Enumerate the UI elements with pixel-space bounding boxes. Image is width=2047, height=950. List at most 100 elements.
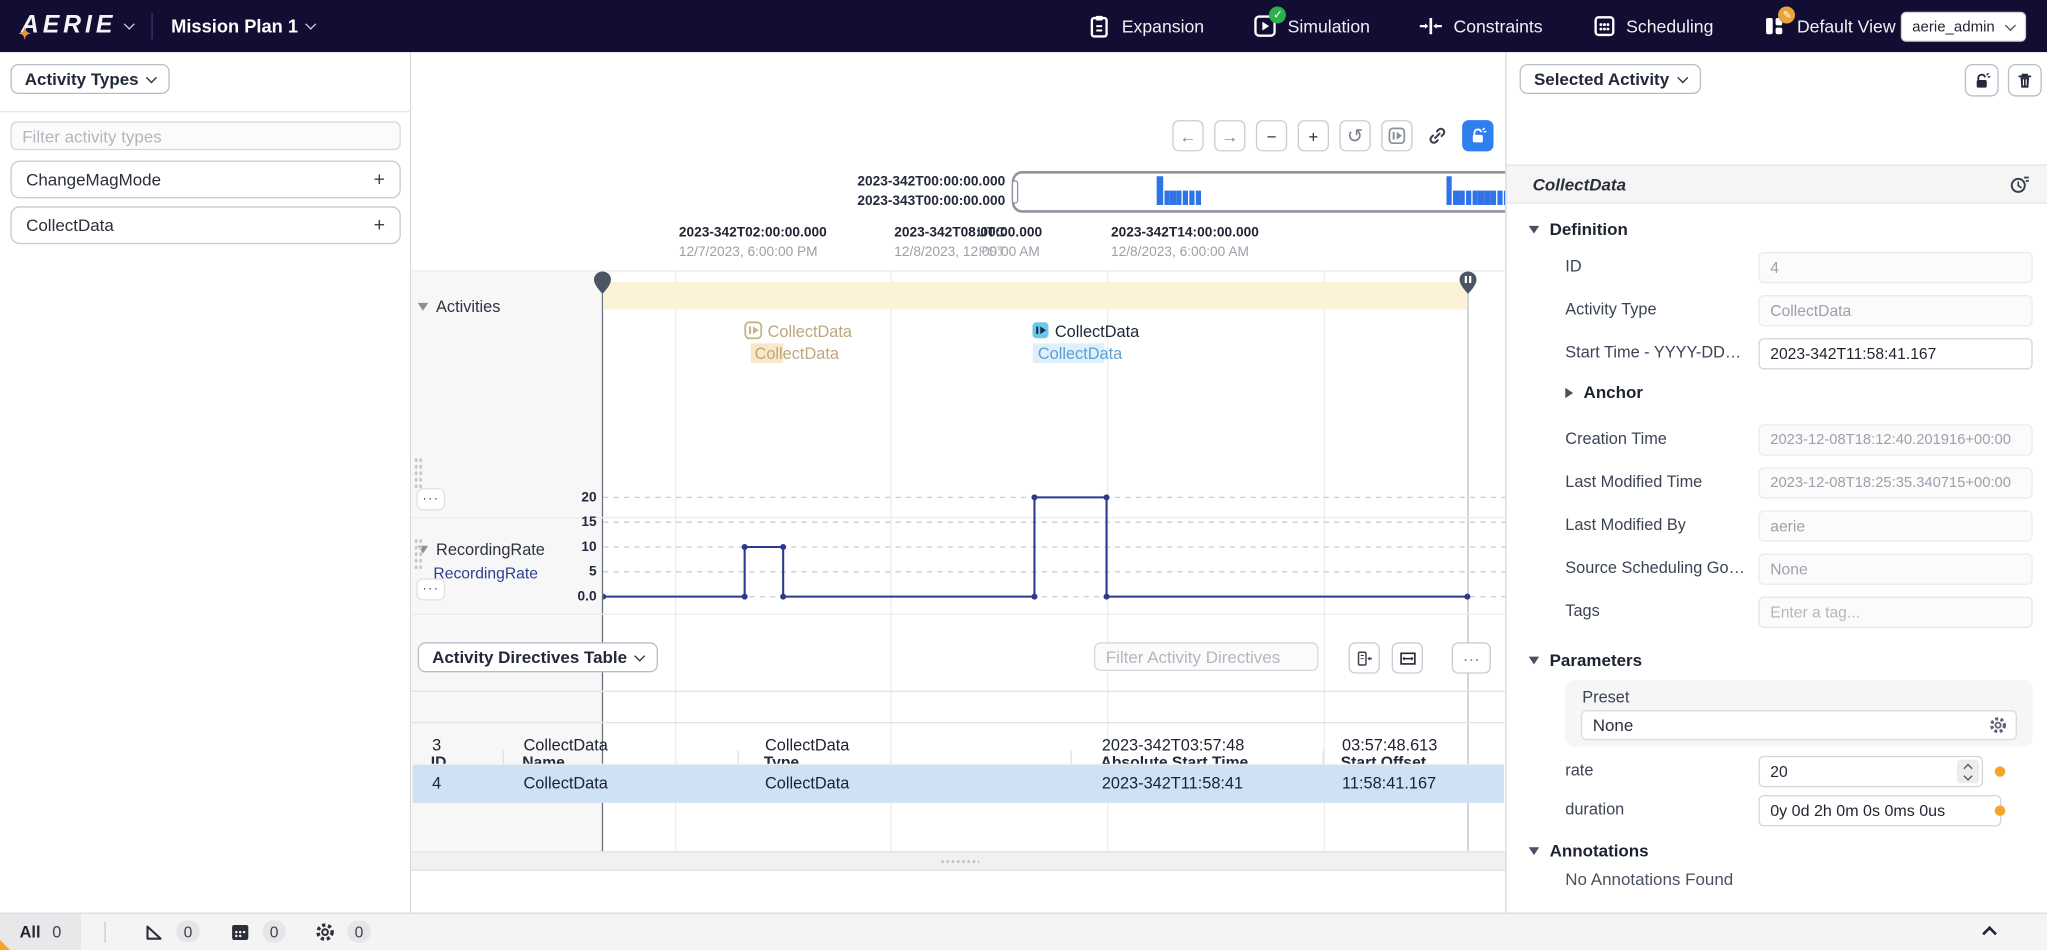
delete-activity-button[interactable] <box>2008 64 2042 97</box>
table-dock-button[interactable] <box>1349 642 1380 673</box>
preset-select[interactable]: None <box>1581 710 2017 740</box>
section-definition[interactable]: Definition <box>1529 219 1628 239</box>
status-simulation-counter[interactable]: 0 <box>315 920 371 942</box>
directive-icon-collectdata-3[interactable] <box>744 321 762 339</box>
activity-type-collectdata[interactable]: CollectData + <box>10 206 400 244</box>
plan-name[interactable]: Mission Plan 1 <box>171 16 298 37</box>
activities-row-header[interactable]: Activities <box>418 298 501 316</box>
field-input-start-time[interactable]: 2023-342T11:58:41.167 <box>1758 338 2032 369</box>
table-row-selected[interactable]: 4 CollectData CollectData 2023-342T11:58… <box>413 765 1504 803</box>
y-axis-tick-label: 20 <box>581 490 596 506</box>
timeline-unlock-button[interactable] <box>1462 120 1493 151</box>
minimap-bar <box>1485 191 1491 205</box>
timeline-zoom-out-button[interactable]: − <box>1256 120 1287 151</box>
minimap-bar <box>1446 176 1452 205</box>
filter-activity-types-input[interactable] <box>10 121 400 150</box>
nav-default-view[interactable]: ✎ Default View <box>1763 14 1896 37</box>
preset-gear-icon[interactable] <box>1988 715 2008 738</box>
collapse-icon[interactable] <box>418 303 428 311</box>
table-menu-button[interactable]: ··· <box>1452 642 1491 673</box>
plan-start-pin-icon[interactable] <box>594 272 611 294</box>
param-input-rate[interactable]: 20 <box>1758 756 1983 787</box>
scheduling-grid-icon <box>1592 14 1615 37</box>
collapse-icon[interactable] <box>1529 225 1539 233</box>
panel-selector-selected-activity[interactable]: Selected Activity <box>1520 64 1701 94</box>
activity-unlock-button[interactable] <box>1965 64 1999 97</box>
navbar-menu: Expansion ✓ Simulation Constraints Sc <box>1088 14 1896 37</box>
selected-activity-header: CollectData <box>1507 164 2047 203</box>
field-label-tags: Tags <box>1565 602 1599 620</box>
collapse-icon[interactable] <box>1529 656 1539 664</box>
directive-label[interactable]: CollectData <box>768 322 852 340</box>
activity-span-label[interactable]: CollectData <box>1038 345 1122 363</box>
status-scheduling-counter[interactable]: 0 <box>230 920 286 942</box>
expand-icon[interactable] <box>1565 387 1573 397</box>
fit-columns-button[interactable] <box>1392 642 1423 673</box>
timeline-pan-left-button[interactable]: ← <box>1172 120 1203 151</box>
status-constraints-counter[interactable]: 0 <box>144 920 200 942</box>
cell-type: CollectData <box>765 774 849 792</box>
navbar-divider <box>152 13 153 39</box>
minimap-bar <box>1170 191 1176 205</box>
cell-type: CollectData <box>765 736 849 754</box>
logo-chevron-down-icon[interactable] <box>124 19 135 30</box>
activity-history-icon[interactable] <box>2009 174 2030 201</box>
cell-absolute-start-time: 2023-342T11:58:41 <box>1102 774 1243 792</box>
tags-input[interactable]: Enter a tag... <box>1758 597 2032 628</box>
aerie-logo[interactable]: AERIE ✦ <box>21 12 116 41</box>
directive-label[interactable]: CollectData <box>1055 322 1139 340</box>
field-label-id: ID <box>1565 257 1581 275</box>
minimap-bar <box>1195 191 1201 205</box>
panel-selector-activity-types[interactable]: Activity Types <box>10 64 170 94</box>
field-label-start-time: Start Time - YYYY-DDDT... <box>1565 343 1750 361</box>
directive-visibility-toggle[interactable] <box>1381 120 1412 151</box>
timeline-pan-right-button[interactable]: → <box>1214 120 1245 151</box>
nav-scheduling[interactable]: Scheduling <box>1592 14 1713 37</box>
plan-chevron-down-icon[interactable] <box>306 19 317 30</box>
splitter-drag-handle[interactable] <box>940 859 979 866</box>
plan-end-pin-icon[interactable] <box>1460 272 1477 294</box>
view-layout-icon: ✎ <box>1763 14 1786 37</box>
collapse-console-chevron-icon[interactable] <box>1982 926 1997 941</box>
field-input-last-modified-by: aerie <box>1758 510 2032 541</box>
table-row[interactable]: 3 CollectData CollectData 2023-342T03:57… <box>413 727 1504 765</box>
nav-expansion-label: Expansion <box>1122 16 1204 36</box>
nav-simulation[interactable]: ✓ Simulation <box>1254 14 1370 37</box>
section-anchor[interactable]: Anchor <box>1565 383 1643 403</box>
user-menu-select[interactable]: aerie_admin <box>1900 12 2026 42</box>
field-label-activity-type: Activity Type <box>1565 300 1656 318</box>
panel-splitter[interactable] <box>411 851 1505 871</box>
duration-modified-indicator <box>1995 805 2005 815</box>
field-label-last-modified-by: Last Modified By <box>1565 516 1686 534</box>
param-input-duration[interactable]: 0y 0d 2h 0m 0s 0ms 0us <box>1758 795 2001 826</box>
section-annotations[interactable]: Annotations <box>1529 841 1649 861</box>
cell-start-offset: 03:57:48.613 <box>1342 736 1437 754</box>
cell-start-offset: 11:58:41.167 <box>1342 774 1436 792</box>
plan-end-label: 2023-343T00:00:00.000 <box>842 193 1005 209</box>
timeline-reset-button[interactable]: ↺ <box>1339 120 1370 151</box>
directive-icon-collectdata-4[interactable] <box>1031 321 1049 339</box>
nav-constraints[interactable]: Constraints <box>1420 14 1543 37</box>
axis-tick-utc: 2023-342T02:00:00.000 <box>679 225 827 241</box>
timeline-zoom-in-button[interactable]: + <box>1298 120 1329 151</box>
recording-rate-plot[interactable] <box>603 486 1505 609</box>
collapse-icon[interactable] <box>1529 847 1539 855</box>
y-axis-tick-label: 10 <box>581 539 596 555</box>
row-drag-handle[interactable] <box>414 457 423 488</box>
section-parameters[interactable]: Parameters <box>1529 650 1642 670</box>
activity-type-changemagmode[interactable]: ChangeMagMode + <box>10 161 400 199</box>
nav-expansion[interactable]: Expansion <box>1088 14 1204 37</box>
scheduling-calendar-icon <box>230 921 251 942</box>
filter-activity-directives-input[interactable] <box>1094 642 1319 671</box>
link-timelines-button[interactable] <box>1422 120 1453 151</box>
status-filter-all[interactable]: All 0 <box>0 914 81 950</box>
add-activity-icon[interactable]: + <box>374 214 385 236</box>
activity-span-label[interactable]: CollectData <box>755 345 839 363</box>
cell-name: CollectData <box>524 774 608 792</box>
panel-selector-directives-table[interactable]: Activity Directives Table <box>418 642 659 672</box>
rate-stepper[interactable] <box>1957 760 1979 783</box>
add-activity-icon[interactable]: + <box>374 168 385 190</box>
minimap-left-handle[interactable] <box>1012 180 1019 203</box>
field-label-source-scheduling-goal-id: Source Scheduling Goal ID <box>1565 559 1750 577</box>
top-navbar: AERIE ✦ Mission Plan 1 Expansion ✓ Simul… <box>0 0 2047 52</box>
